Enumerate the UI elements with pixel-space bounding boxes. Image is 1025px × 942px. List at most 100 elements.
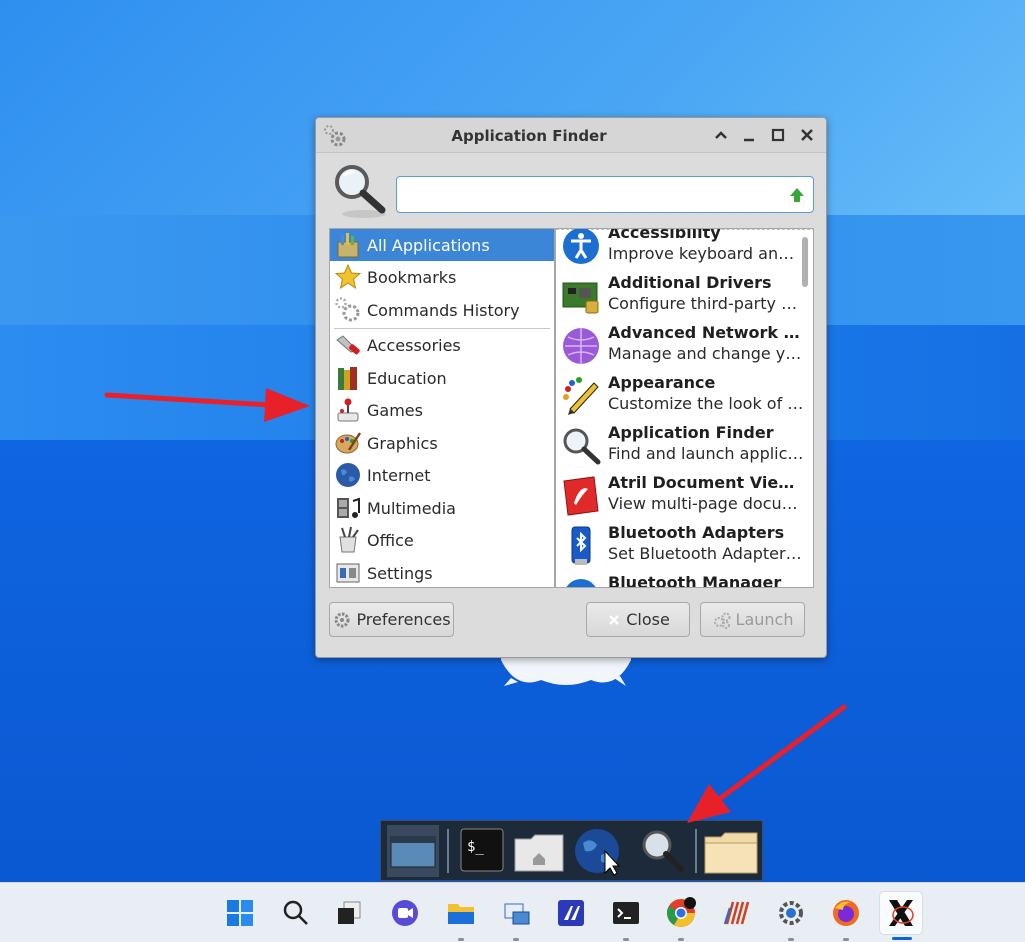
app-item-additional-drivers[interactable]: Additional Drivers Configure third-party… — [556, 271, 804, 321]
category-multimedia[interactable]: Multimedia — [330, 492, 554, 524]
up-arrow-icon[interactable] — [788, 186, 806, 204]
running-indicator — [513, 938, 519, 941]
accessibility-icon — [563, 229, 599, 264]
network-icon — [563, 328, 599, 364]
category-label: Bookmarks — [367, 267, 457, 287]
app-description: Manage and change your network connectio… — [608, 344, 804, 363]
settings-gear-icon — [779, 901, 803, 925]
category-education[interactable]: Education — [330, 362, 554, 394]
launch-gears-icon — [713, 612, 731, 629]
app-item-bluetooth-adapters[interactable]: Bluetooth Adapters Set Bluetooth Adapter… — [556, 521, 804, 571]
app-name: Bluetooth Manager — [608, 573, 782, 588]
category-accessories[interactable]: Accessories — [330, 329, 554, 361]
category-commands-history[interactable]: Commands History — [330, 294, 554, 326]
category-label: Multimedia — [367, 498, 456, 518]
app-item-atril[interactable]: Atril Document Viewer View multi-page do… — [556, 471, 804, 521]
app-item-bluetooth-manager[interactable]: Bluetooth Manager — [556, 571, 801, 588]
taskbar-file-explorer[interactable] — [439, 891, 483, 941]
desktop-icon — [387, 825, 439, 877]
taskbar-meet[interactable] — [383, 891, 427, 935]
category-internet[interactable]: Internet — [330, 459, 554, 491]
office-icon — [339, 526, 359, 553]
dock-separator — [447, 829, 449, 873]
app-item-accessibility[interactable]: Accessibility Improve keyboard and mouse… — [556, 229, 804, 271]
palette-icon — [335, 432, 362, 454]
taskbar-chrome[interactable] — [659, 891, 703, 941]
app-item-application-finder[interactable]: Application Finder Find and launch appli… — [556, 421, 804, 471]
xwindow-icon — [889, 900, 914, 926]
dock-show-desktop[interactable] — [385, 825, 441, 877]
category-bookmarks[interactable]: Bookmarks — [330, 261, 554, 293]
close-icon — [609, 614, 620, 625]
running-indicator — [623, 938, 629, 941]
search-icon — [283, 900, 308, 925]
category-label: Games — [367, 400, 423, 420]
remote-desktop-icon — [504, 903, 530, 925]
taskbar-terminal[interactable] — [604, 891, 648, 941]
dock-app-finder[interactable] — [633, 825, 689, 877]
category-all-applications[interactable]: All Applications — [330, 229, 554, 261]
category-list[interactable]: All Applications Bookmarks Commands Hist… — [329, 228, 555, 588]
minimize-button[interactable] — [740, 126, 758, 144]
chrome-icon — [667, 897, 696, 927]
minimize-icon — [744, 138, 754, 142]
preferences-label: Preferences — [356, 610, 451, 629]
category-label: Education — [367, 368, 447, 388]
taskbar-search-button[interactable] — [274, 891, 318, 935]
running-indicator — [678, 938, 684, 941]
magnifier-icon — [563, 428, 601, 465]
ide-icon — [723, 901, 750, 925]
category-games[interactable]: Games — [330, 394, 554, 426]
maximize-button[interactable] — [769, 126, 787, 144]
category-office[interactable]: Office — [330, 524, 554, 556]
app-item-advanced-network[interactable]: Advanced Network Configuration Manage an… — [556, 321, 804, 371]
taskbar-remote-desktop[interactable] — [494, 891, 538, 941]
category-graphics[interactable]: Graphics — [330, 427, 554, 459]
preferences-button[interactable]: Preferences — [329, 602, 454, 637]
meet-camera-icon — [392, 900, 418, 926]
close-label: Close — [626, 610, 670, 629]
app-item-appearance[interactable]: Appearance Customize the look of your de… — [556, 371, 804, 421]
close-button[interactable]: Close — [586, 602, 690, 637]
appearance-brush-icon — [563, 377, 599, 415]
globe-icon — [336, 463, 360, 487]
maximize-icon — [771, 128, 785, 142]
app-description: Improve keyboard and mouse accessibility — [608, 244, 804, 263]
app-name: Application Finder — [608, 423, 774, 442]
driver-board-icon — [562, 282, 599, 314]
dock-web-browser[interactable] — [571, 825, 627, 877]
dock-home-folder[interactable] — [511, 825, 567, 877]
launch-button[interactable]: Launch — [700, 602, 805, 637]
dock-terminal[interactable]: $_ — [455, 825, 511, 877]
dock-separator — [695, 829, 697, 873]
taskbar-editor[interactable] — [549, 891, 593, 935]
taskbar-settings[interactable] — [769, 891, 813, 941]
chevron-up-icon — [715, 131, 727, 139]
bluetooth-icon — [566, 579, 596, 587]
terminal-icon — [613, 902, 639, 924]
terminal-icon: $_ — [460, 828, 504, 872]
category-settings[interactable]: Settings — [330, 557, 554, 587]
app-description: Configure third-party and proprietary dr… — [608, 294, 804, 313]
windows-start-icon — [227, 900, 253, 926]
task-view-button[interactable] — [327, 891, 371, 935]
app-finder-window: Application Finder All Applications Book… — [315, 117, 827, 658]
category-label: Graphics — [367, 433, 438, 453]
start-button[interactable] — [218, 891, 262, 935]
gears-icon — [335, 297, 360, 322]
taskbar-ide[interactable] — [714, 891, 758, 935]
shade-button[interactable] — [712, 126, 730, 144]
search-input[interactable] — [396, 176, 814, 213]
close-window-button[interactable] — [798, 126, 816, 144]
svg-text:$_: $_ — [467, 839, 484, 855]
taskbar-xwindow[interactable] — [879, 891, 923, 940]
dock-folder[interactable] — [703, 825, 759, 877]
taskbar-firefox[interactable] — [824, 891, 868, 941]
category-label: Commands History — [367, 300, 520, 320]
running-indicator — [892, 937, 912, 940]
application-list[interactable]: Accessibility Improve keyboard and mouse… — [555, 228, 814, 588]
category-label: Settings — [367, 563, 433, 583]
app-name: Additional Drivers — [608, 273, 772, 292]
app-name: Atril Document Viewer — [608, 473, 804, 492]
title-bar[interactable]: Application Finder — [316, 118, 826, 153]
